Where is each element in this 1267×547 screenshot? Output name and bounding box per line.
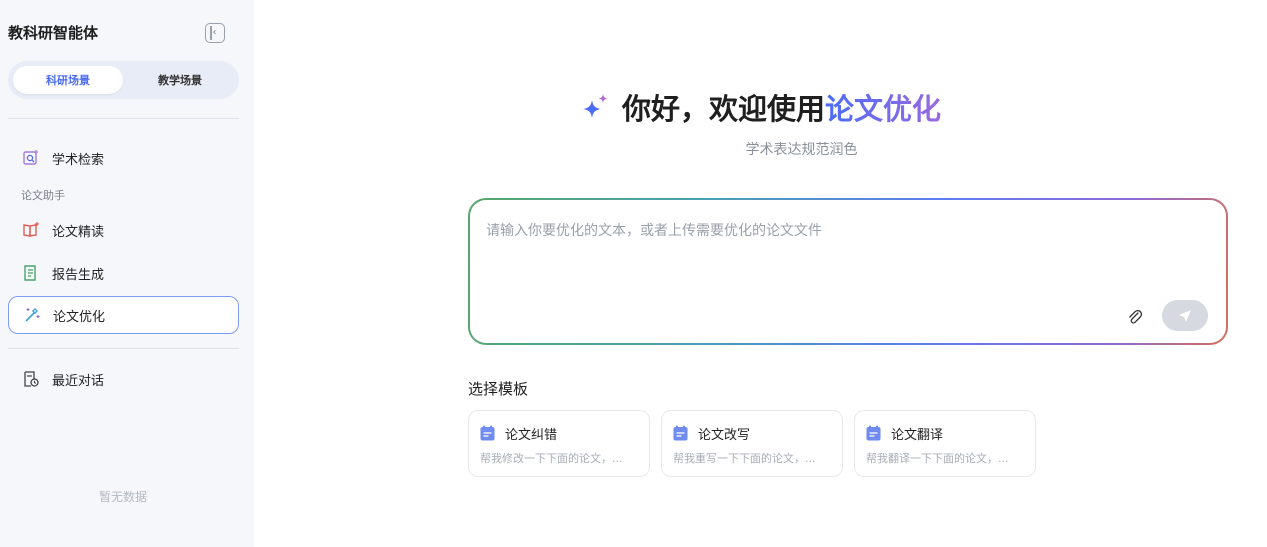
sidebar: 教科研智能体 ‹ 科研场景 教学场景 学术检索 论文助手 论文精读 报告生成 论… (0, 0, 254, 547)
sidebar-item-label: 学术检索 (52, 152, 105, 168)
sidebar-divider (8, 348, 239, 349)
sidebar-item-label: 论文精读 (52, 224, 105, 240)
template-title: 论文改写 (698, 428, 751, 443)
scene-switch: 科研场景 教学场景 (8, 61, 239, 99)
sidebar-item-label: 最近对话 (52, 373, 105, 389)
prompt-input[interactable] (486, 220, 1206, 290)
tab-teaching-scene[interactable]: 教学场景 (125, 66, 235, 94)
template-title: 论文纠错 (505, 428, 558, 443)
template-card-translate[interactable]: 论文翻译 帮我翻译一下下面的论文，... (854, 410, 1036, 477)
send-button[interactable] (1162, 300, 1208, 331)
sidebar-item-paper-optimize[interactable]: 论文优化 (8, 296, 239, 334)
history-doc-icon (22, 370, 40, 388)
hero-heading: 你好，欢迎使用 论文优化 (254, 86, 1267, 128)
collapse-sidebar-icon[interactable]: ‹ (205, 23, 225, 43)
sidebar-item-academic-search[interactable]: 学术检索 (8, 139, 239, 177)
magic-wand-icon (23, 306, 41, 324)
sidebar-item-label: 报告生成 (52, 267, 105, 283)
report-list-icon (22, 264, 40, 282)
send-icon (1177, 308, 1193, 324)
feature-name: 论文优化 (825, 86, 941, 128)
template-desc: 帮我翻译一下下面的论文，... (866, 452, 1009, 465)
open-book-icon (22, 221, 40, 239)
sidebar-item-paper-reading[interactable]: 论文精读 (8, 211, 239, 249)
template-heading: 选择模板 (468, 380, 529, 398)
template-desc: 帮我修改一下下面的论文，... (480, 452, 623, 465)
hero-subtitle: 学术表达规范润色 (745, 142, 858, 158)
document-icon (673, 425, 688, 441)
search-image-icon (22, 149, 40, 167)
template-card-rewrite[interactable]: 论文改写 帮我重写一下下面的论文，... (661, 410, 843, 477)
sparkle-icon (580, 92, 610, 122)
input-box (468, 198, 1228, 345)
section-label-paper-assistant: 论文助手 (21, 189, 65, 202)
app-title: 教科研智能体 (8, 24, 99, 42)
template-card-correct[interactable]: 论文纠错 帮我修改一下下面的论文，... (468, 410, 650, 477)
attach-icon[interactable] (1125, 307, 1145, 327)
greeting-text: 你好，欢迎使用 (621, 92, 825, 126)
empty-hint: 暂无数据 (98, 490, 147, 504)
template-desc: 帮我重写一下下面的论文，... (673, 452, 816, 465)
sidebar-item-recent-chats[interactable]: 最近对话 (8, 360, 239, 398)
tab-research-scene[interactable]: 科研场景 (13, 66, 123, 94)
document-icon (480, 425, 495, 441)
document-icon (866, 425, 881, 441)
sidebar-divider (8, 118, 239, 119)
template-title: 论文翻译 (891, 428, 944, 443)
sidebar-item-label: 论文优化 (53, 309, 106, 325)
sidebar-item-report-generation[interactable]: 报告生成 (8, 254, 239, 292)
